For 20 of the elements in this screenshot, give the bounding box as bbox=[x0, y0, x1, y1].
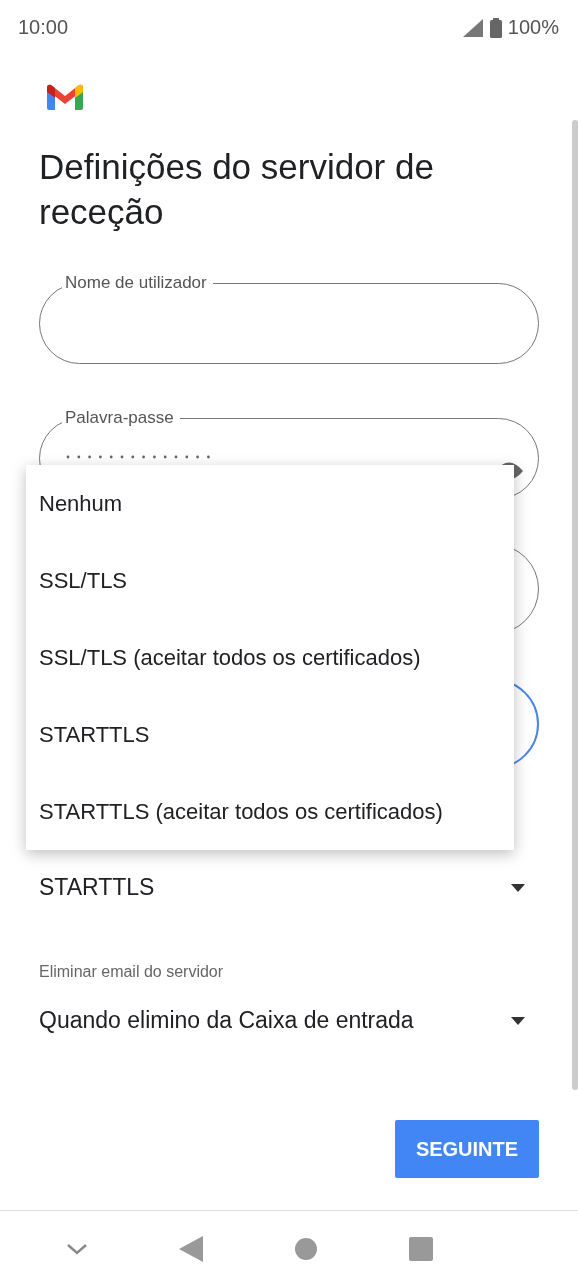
security-dropdown[interactable]: STARTTLS bbox=[39, 874, 539, 901]
menu-item[interactable]: SSL/TLS bbox=[26, 542, 514, 619]
battery-icon bbox=[489, 17, 502, 38]
menu-item[interactable]: STARTTLS (aceitar todos os certificados) bbox=[26, 773, 514, 850]
menu-item[interactable]: STARTTLS bbox=[26, 696, 514, 773]
mail-logo-icon bbox=[47, 84, 83, 110]
page-title: Definições do servidor de receção bbox=[39, 146, 435, 233]
status-time: 10:00 bbox=[18, 16, 69, 39]
battery-level: 100% bbox=[507, 16, 559, 39]
delete-label: Eliminar email do servidor bbox=[39, 963, 225, 981]
signal-icon bbox=[461, 17, 484, 38]
menu-item[interactable]: SSL/TLS (aceitar todos os certificados) bbox=[26, 619, 514, 696]
home-icon[interactable] bbox=[293, 1236, 318, 1261]
chevron-down-icon[interactable] bbox=[65, 1242, 88, 1255]
caret-icon bbox=[511, 1016, 525, 1025]
next-button[interactable]: SEGUINTE bbox=[395, 1120, 539, 1178]
back-icon[interactable] bbox=[178, 1235, 203, 1262]
recents-icon[interactable] bbox=[408, 1236, 433, 1261]
delete-dropdown[interactable]: Quando elimino da Caixa de entrada bbox=[39, 1007, 539, 1034]
caret-icon bbox=[511, 883, 525, 892]
